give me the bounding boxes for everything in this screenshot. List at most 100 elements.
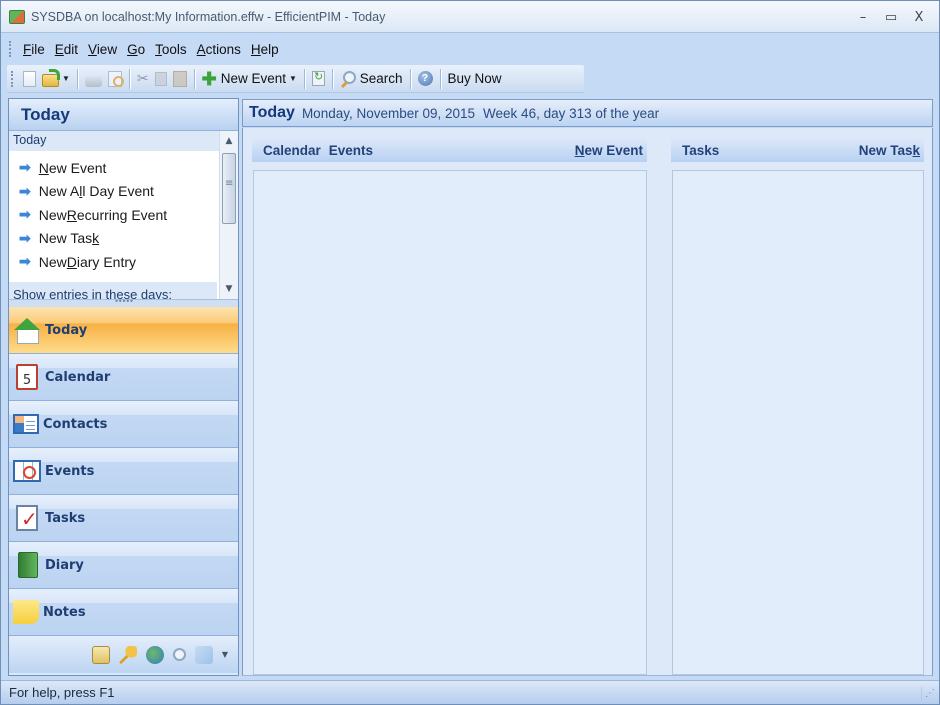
- attachments-icon[interactable]: [91, 645, 110, 664]
- new-event-link[interactable]: New Event: [575, 143, 643, 158]
- link-text: New Tas: [858, 142, 913, 158]
- scrollbar-thumb[interactable]: [222, 153, 236, 224]
- nav-button-diary[interactable]: Diary: [9, 542, 238, 589]
- scroll-down-arrow-icon[interactable]: ▼: [220, 281, 238, 297]
- chevron-down-icon: ▼: [289, 74, 297, 83]
- notes-icon: [13, 600, 39, 624]
- pane-splitter[interactable]: •••••: [9, 298, 238, 307]
- nav-button-calendar[interactable]: 5 Calendar: [9, 354, 238, 401]
- nav-button-today[interactable]: Today: [9, 307, 238, 354]
- menu-view[interactable]: View: [83, 40, 122, 59]
- sync-icon[interactable]: [194, 645, 213, 664]
- menu-grip-handle[interactable]: [9, 41, 12, 57]
- tasks-title: Tasks: [682, 142, 720, 158]
- key-icon[interactable]: [118, 645, 137, 664]
- print-button[interactable]: [82, 68, 105, 90]
- cut-button[interactable]: ✂: [134, 68, 152, 90]
- menu-actions-accel: A: [196, 41, 206, 57]
- calendar-events-list[interactable]: [253, 170, 647, 675]
- help-icon: ?: [417, 71, 433, 86]
- plus-icon: ✚: [201, 68, 217, 89]
- tasks-list[interactable]: [672, 170, 924, 675]
- new-file-button[interactable]: [20, 68, 39, 90]
- open-button[interactable]: ▼: [39, 68, 73, 90]
- help-button[interactable]: ?: [415, 68, 436, 90]
- nav-button-tasks[interactable]: Tasks: [9, 495, 238, 542]
- menu-view-accel: V: [88, 41, 97, 57]
- task-link-accel: k: [92, 230, 100, 247]
- arrow-right-icon: ➡: [19, 206, 31, 223]
- menu-go-label: o: [137, 41, 146, 57]
- nav-pane-footer: ▼: [9, 636, 238, 673]
- contacts-icon: [13, 414, 39, 434]
- app-window: SYSDBA on localhost:My Information.effw …: [0, 0, 940, 705]
- printer-icon: [84, 75, 102, 87]
- find-icon[interactable]: [172, 648, 186, 661]
- nav-button-notes[interactable]: Notes: [9, 589, 238, 636]
- refresh-button[interactable]: [309, 68, 328, 90]
- calendar-icon: 5: [16, 364, 38, 390]
- events-heading: Events: [328, 142, 374, 158]
- events-icon: [13, 460, 41, 482]
- task-link-text: New A: [38, 183, 80, 200]
- menu-go-accel: G: [127, 41, 138, 57]
- new-event-button[interactable]: ✚ New Event ▼: [199, 68, 300, 90]
- task-link-text: ecurring Event: [76, 206, 168, 223]
- task-link-text: iary Entry: [76, 253, 136, 270]
- menu-edit[interactable]: Edit: [50, 40, 83, 59]
- open-folder-icon: [42, 68, 60, 87]
- configure-buttons-chevron-icon[interactable]: ▼: [222, 650, 228, 659]
- minimize-button[interactable]: –: [849, 7, 877, 27]
- task-link-text: New: [38, 206, 67, 223]
- today-content: Calendar Events New Event Tasks New Task: [242, 128, 933, 676]
- task-list-scrollbar[interactable]: ▲ ▼: [219, 131, 238, 299]
- menu-actions-label: ctions: [205, 41, 241, 57]
- buy-now-button[interactable]: Buy Now: [445, 68, 505, 90]
- home-icon: [13, 316, 41, 344]
- menu-tools[interactable]: Tools: [150, 40, 192, 59]
- menu-tools-accel: T: [155, 41, 162, 57]
- menu-bar: File Edit View Go Tools Actions Help: [1, 34, 939, 64]
- arrow-right-icon: ➡: [19, 159, 31, 176]
- resize-grip-icon[interactable]: ⋰: [921, 687, 935, 701]
- arrow-right-icon: ➡: [19, 229, 31, 246]
- task-link-text: New Tas: [38, 230, 93, 247]
- maximize-button[interactable]: ▭: [877, 7, 905, 27]
- task-link-new-event[interactable]: ➡ New Event: [9, 156, 238, 180]
- scissors-icon: ✂: [136, 70, 149, 86]
- task-link-text: ew Event: [48, 159, 107, 176]
- paste-icon: [172, 70, 187, 87]
- toolbar-separator: [409, 68, 411, 89]
- task-link-new-recurring-event[interactable]: ➡ New Recurring Event: [9, 203, 238, 227]
- nav-task-group-title: Today: [9, 131, 238, 151]
- new-task-link[interactable]: New Task: [859, 143, 920, 158]
- menu-file[interactable]: File: [18, 40, 50, 59]
- page-title: Today: [249, 104, 295, 121]
- copy-button[interactable]: [152, 68, 170, 90]
- menu-go[interactable]: Go: [122, 40, 150, 59]
- toolbar-grip-handle[interactable]: [11, 70, 14, 87]
- menu-help[interactable]: Help: [246, 40, 284, 59]
- close-button[interactable]: X: [905, 7, 933, 27]
- task-link-new-all-day-event[interactable]: ➡ New All Day Event: [9, 180, 238, 204]
- menu-help-accel: H: [250, 41, 261, 57]
- globe-icon[interactable]: [145, 645, 164, 664]
- paste-button[interactable]: [170, 68, 190, 90]
- toolbar-separator: [76, 68, 78, 89]
- menu-actions[interactable]: Actions: [192, 40, 246, 59]
- toolbar-separator: [128, 68, 130, 89]
- scroll-up-arrow-icon[interactable]: ▲: [220, 133, 238, 149]
- task-link-accel: D: [66, 253, 77, 270]
- print-preview-button[interactable]: [105, 68, 125, 90]
- chevron-down-icon: ▼: [62, 74, 70, 83]
- task-links: ➡ New Event ➡ New All Day Event ➡ New Recur…: [9, 151, 238, 274]
- nav-button-contacts[interactable]: Contacts: [9, 401, 238, 448]
- nav-button-events[interactable]: Events: [9, 448, 238, 495]
- search-label: Search: [359, 71, 403, 86]
- search-button[interactable]: Search: [337, 68, 406, 90]
- task-link-new-diary-entry[interactable]: ➡ New Diary Entry: [9, 250, 238, 274]
- menu-edit-label: dit: [63, 41, 79, 57]
- task-link-new-task[interactable]: ➡ New Tas k: [9, 227, 238, 251]
- show-entries-group-title: Show entries in these days:: [9, 282, 217, 299]
- tasks-icon: [16, 505, 38, 531]
